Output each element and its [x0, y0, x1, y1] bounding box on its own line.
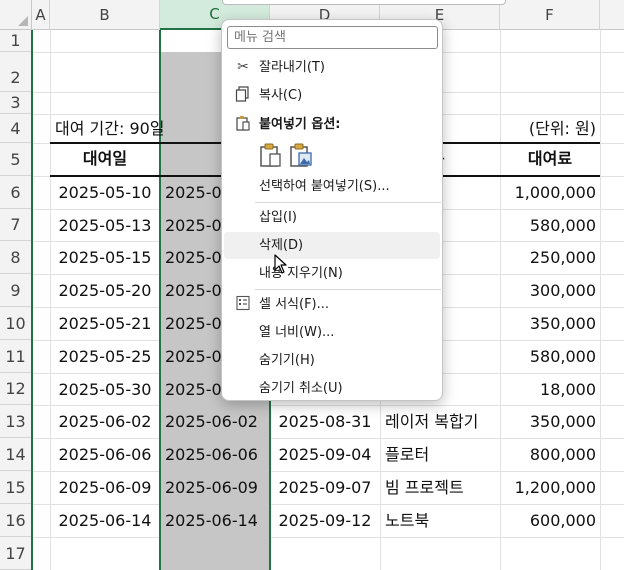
cell-column-c[interactable]: 2025-06-14 — [165, 504, 270, 537]
cell-return-date[interactable]: 2025-09-07 — [270, 471, 380, 504]
cell-item-name[interactable]: 레이저 복합기 — [385, 405, 500, 438]
column-header-f[interactable]: F — [500, 0, 600, 30]
cell-return-date[interactable]: 2025-09-12 — [270, 504, 380, 537]
menu-item-copy[interactable]: 복사(C) — [224, 82, 440, 109]
menu-item-paste-special[interactable]: 선택하여 붙여넣기(S)... — [224, 173, 440, 200]
menu-item-label: 붙여넣기 옵션: — [259, 117, 341, 132]
menu-item-insert[interactable]: 삽입(I) — [224, 204, 440, 231]
menu-item-label: 숨기기 취소(U) — [259, 381, 343, 396]
row-header[interactable]: 9 — [0, 274, 32, 307]
menu-item-clear-contents[interactable]: 내용 지우기(N) — [224, 260, 440, 287]
row-header[interactable]: 2 — [0, 52, 32, 92]
menu-item-unhide[interactable]: 숨기기 취소(U) — [224, 375, 440, 402]
cell-rental-date[interactable]: 2025-05-13 — [50, 209, 160, 242]
cell-rental-date[interactable]: 2025-06-14 — [50, 504, 160, 537]
menu-item-label: 셀 서식(F)... — [259, 297, 330, 312]
cell-rental-fee[interactable]: 600,000 — [500, 504, 596, 537]
scissors-icon: ✂ — [237, 59, 249, 75]
context-menu: ✂ 잘라내기(T) 복사(C) 붙여넣기 옵션: 선택하여 붙여넣기(S)... — [221, 19, 443, 401]
header-rental-date[interactable]: 대여일 — [50, 143, 160, 175]
row-header[interactable]: 11 — [0, 340, 32, 373]
clipboard-icon — [234, 115, 252, 133]
menu-search-input[interactable] — [227, 26, 438, 49]
cell-rental-date[interactable]: 2025-05-15 — [50, 241, 160, 274]
row-header[interactable]: 12 — [0, 373, 32, 405]
menu-item-label: 복사(C) — [259, 88, 303, 103]
cell-item-name[interactable]: 노트북 — [385, 504, 500, 537]
row-header[interactable]: 17 — [0, 537, 32, 570]
cell-rental-date[interactable]: 2025-05-10 — [50, 176, 160, 209]
cell-return-date[interactable]: 2025-09-04 — [270, 438, 380, 471]
cell-rental-fee[interactable]: 18,000 — [500, 373, 596, 406]
cell-rental-date[interactable]: 2025-05-20 — [50, 274, 160, 307]
row-header[interactable]: 16 — [0, 504, 32, 537]
cell-column-c[interactable]: 2025-06-09 — [165, 471, 270, 504]
menu-item-label: 선택하여 붙여넣기(S)... — [259, 179, 390, 194]
spreadsheet[interactable]: A B C D E F 1 2 3 4 5 6 7 8 9 10 11 12 1… — [0, 0, 624, 570]
cell-item-name[interactable]: 빔 프로젝트 — [385, 471, 500, 504]
copy-icon — [234, 86, 252, 104]
cell-rental-fee[interactable]: 800,000 — [500, 438, 596, 471]
row-header[interactable]: 10 — [0, 307, 32, 340]
cell-column-c[interactable]: 2025-06-06 — [165, 438, 270, 471]
row-header[interactable]: 4 — [0, 114, 32, 143]
header-rental-fee[interactable]: 대여료 — [500, 143, 600, 175]
column-header-b[interactable]: B — [50, 0, 160, 30]
format-cells-icon — [234, 295, 252, 313]
cell-item-name[interactable]: 플로터 — [385, 438, 500, 471]
menu-item-hide[interactable]: 숨기기(H) — [224, 347, 440, 374]
cell-rental-date[interactable]: 2025-05-30 — [50, 373, 160, 406]
cell-rental-fee[interactable]: 350,000 — [500, 405, 596, 438]
menu-item-format-cells[interactable]: 셀 서식(F)... — [224, 291, 440, 318]
row-header[interactable]: 8 — [0, 241, 32, 274]
select-all-corner[interactable] — [0, 0, 32, 30]
row-header[interactable]: 15 — [0, 471, 32, 504]
menu-item-label: 내용 지우기(N) — [259, 266, 343, 281]
cell-rental-date[interactable]: 2025-05-21 — [50, 307, 160, 340]
cell-rental-date[interactable]: 2025-06-09 — [50, 471, 160, 504]
row-header[interactable]: 1 — [0, 30, 32, 52]
menu-item-label: 잘라내기(T) — [259, 60, 325, 75]
menu-item-column-width[interactable]: 열 너비(W)... — [224, 319, 440, 346]
menu-paste-options-header: 붙여넣기 옵션: — [224, 111, 440, 138]
unit-label[interactable]: (단위: 원) — [500, 114, 596, 143]
row-header[interactable]: 13 — [0, 405, 32, 438]
cell-rental-date[interactable]: 2025-05-25 — [50, 340, 160, 373]
row-header[interactable]: 3 — [0, 92, 32, 114]
cell-rental-date[interactable]: 2025-06-06 — [50, 438, 160, 471]
row-header[interactable]: 5 — [0, 143, 32, 176]
row-header[interactable]: 14 — [0, 438, 32, 471]
column-header-g[interactable] — [600, 0, 624, 30]
cell-rental-fee[interactable]: 250,000 — [500, 241, 596, 274]
menu-item-cut[interactable]: ✂ 잘라내기(T) — [224, 54, 440, 81]
cell-rental-fee[interactable]: 1,200,000 — [500, 471, 596, 504]
cell-rental-fee[interactable]: 580,000 — [500, 209, 596, 242]
cell-return-date[interactable]: 2025-08-31 — [270, 405, 380, 438]
cell-rental-date[interactable]: 2025-06-02 — [50, 405, 160, 438]
paste-icon[interactable] — [258, 142, 284, 168]
menu-item-label: 삭제(D) — [259, 238, 304, 253]
cell-column-c[interactable]: 2025-06-02 — [165, 405, 270, 438]
menu-item-label: 열 너비(W)... — [259, 325, 335, 340]
cell-rental-fee[interactable]: 300,000 — [500, 274, 596, 307]
column-header-a[interactable]: A — [32, 0, 50, 30]
cell-rental-fee[interactable]: 1,000,000 — [500, 176, 596, 209]
paste-picture-icon[interactable] — [288, 142, 314, 168]
mouse-cursor-icon — [274, 254, 287, 274]
menu-item-label: 삽입(I) — [259, 210, 297, 225]
row-header[interactable]: 7 — [0, 209, 32, 241]
row-header[interactable]: 6 — [0, 176, 32, 209]
rental-period-label[interactable]: 대여 기간: 90일 — [55, 114, 165, 143]
menu-item-delete[interactable]: 삭제(D) — [224, 232, 440, 259]
menu-item-label: 숨기기(H) — [259, 353, 315, 368]
cell-rental-fee[interactable]: 350,000 — [500, 307, 596, 340]
cell-rental-fee[interactable]: 580,000 — [500, 340, 596, 373]
